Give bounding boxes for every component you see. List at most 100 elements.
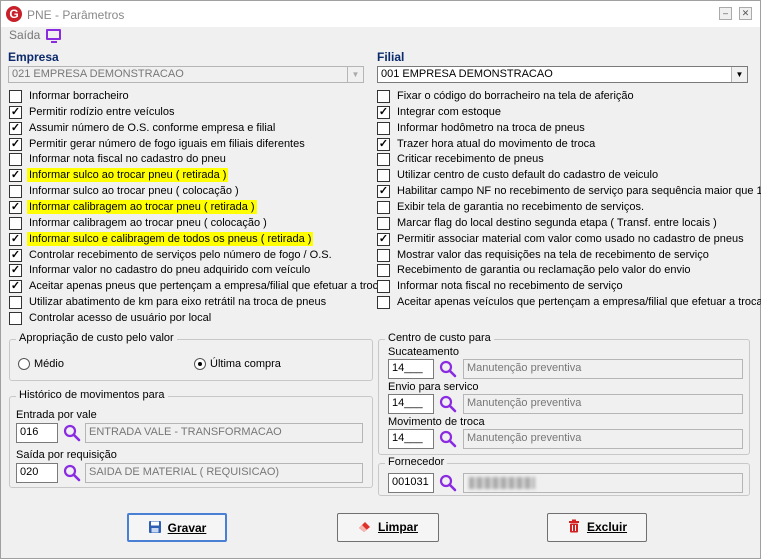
sucateamento-code-input[interactable]: 14___ <box>388 359 434 379</box>
search-icon[interactable] <box>439 430 457 448</box>
checkbox[interactable] <box>377 121 390 135</box>
checkbox[interactable]: ✓ <box>9 264 22 278</box>
limpar-button[interactable]: Limpar <box>337 513 439 542</box>
app-logo-icon: G <box>6 6 22 22</box>
checkbox[interactable] <box>377 248 390 262</box>
entrada-code-input[interactable]: 016 <box>16 423 58 443</box>
saida-code-input[interactable]: 020 <box>16 463 58 483</box>
checkbox-label: Criticar recebimento de pneus <box>397 153 544 166</box>
checkbox-label: Informar sulco ao trocar pneu ( colocaçã… <box>29 185 239 198</box>
empresa-select: 021 EMPRESA DEMONSTRACAO ▼ <box>8 66 364 83</box>
centro-custo-group: Centro de custo para Sucateamento 14___ … <box>378 332 750 455</box>
checkbox[interactable]: ✓ <box>9 280 22 294</box>
radio-medio[interactable] <box>18 358 30 370</box>
envio-desc-field: Manutenção preventiva <box>463 394 743 414</box>
checkbox-label: Informar sulco ao trocar pneu ( retirada… <box>27 168 229 183</box>
checkbox-label: Mostrar valor das requisições na tela de… <box>397 248 709 261</box>
checkbox[interactable] <box>377 200 390 214</box>
checkbox-label: Informar nota fiscal no recebimento de s… <box>397 280 623 293</box>
fornecedor-group: Fornecedor 001031 <box>378 456 750 496</box>
excluir-button[interactable]: Excluir <box>547 513 647 542</box>
window-title: PNE - Parâmetros <box>27 8 125 22</box>
checkbox[interactable]: ✓ <box>9 169 22 183</box>
checkbox[interactable] <box>377 90 390 103</box>
checkbox-label: Exibir tela de garantia no recebimento d… <box>397 200 645 213</box>
movimento-desc-field: Manutenção preventiva <box>463 429 743 449</box>
menu-bar: Saída <box>1 27 760 45</box>
checkbox[interactable] <box>9 216 22 230</box>
checkbox[interactable]: ✓ <box>377 232 390 246</box>
checkbox-label: Aceitar apenas veículos que pertençam a … <box>397 296 761 309</box>
checkbox[interactable] <box>9 311 22 325</box>
checkbox[interactable] <box>377 153 390 167</box>
checkbox[interactable]: ✓ <box>9 232 22 246</box>
radio-ultima-compra[interactable] <box>194 358 206 370</box>
excluir-label: Excluir <box>586 520 628 534</box>
limpar-label: Limpar <box>377 520 418 534</box>
checkbox-label: Marcar flag do local destino segunda eta… <box>397 216 717 229</box>
checkbox-label: Informar hodômetro na troca de pneus <box>397 121 585 134</box>
checkbox-label: Informar sulco e calibragem de todos os … <box>27 231 314 246</box>
search-icon[interactable] <box>439 474 457 492</box>
checkbox[interactable] <box>9 153 22 167</box>
checkbox-label: Utilizar centro de custo default do cada… <box>397 169 659 182</box>
chevron-down-icon[interactable]: ▼ <box>731 67 747 82</box>
radio-ultima-compra-label: Última compra <box>210 358 281 370</box>
filial-select[interactable]: 001 EMPRESA DEMONSTRACAO ▼ <box>377 66 748 83</box>
monitor-icon[interactable] <box>46 29 61 43</box>
checkbox[interactable]: ✓ <box>377 137 390 151</box>
checkbox-label: Informar nota fiscal no cadastro do pneu <box>29 153 226 166</box>
checkbox[interactable]: ✓ <box>9 248 22 262</box>
apropriacao-group: Apropriação de custo pelo valor Médio Úl… <box>9 332 373 381</box>
minimize-button[interactable]: – <box>719 7 732 20</box>
empresa-select-value: 021 EMPRESA DEMONSTRACAO <box>12 68 184 80</box>
checkbox-label: Informar valor no cadastro do pneu adqui… <box>29 264 311 277</box>
gravar-button[interactable]: Gravar <box>127 513 227 542</box>
title-bar: G PNE - Parâmetros – ✕ <box>1 1 760 27</box>
checkbox[interactable]: ✓ <box>9 121 22 135</box>
checkbox-label: Integrar com estoque <box>397 105 501 118</box>
checkbox[interactable]: ✓ <box>9 105 22 119</box>
envio-label: Envio para servico <box>388 381 479 393</box>
search-icon[interactable] <box>439 395 457 413</box>
checkbox-label: Permitir gerar número de fogo iguais em … <box>29 137 305 150</box>
gravar-label: Gravar <box>167 521 207 535</box>
checkbox[interactable] <box>377 280 390 294</box>
movimento-code-input[interactable]: 14___ <box>388 429 434 449</box>
search-icon[interactable] <box>439 360 457 378</box>
envio-code-input[interactable]: 14___ <box>388 394 434 414</box>
checkbox-label: Permitir associar material com valor com… <box>397 232 744 245</box>
checkbox-label: Assumir número de O.S. conforme empresa … <box>29 121 276 134</box>
saida-desc-field: SAIDA DE MATERIAL ( REQUISICAO) <box>85 463 363 483</box>
checkbox[interactable] <box>9 185 22 199</box>
checkbox-label: Permitir rodízio entre veículos <box>29 105 175 118</box>
checkbox[interactable]: ✓ <box>377 105 390 119</box>
checkbox-label: Controlar acesso de usuário por local <box>29 311 212 324</box>
radio-medio-label: Médio <box>34 358 64 370</box>
checkbox-label: Utilizar abatimento de km para eixo retr… <box>29 296 327 309</box>
checkbox-label: Habilitar campo NF no recebimento de ser… <box>397 185 761 198</box>
close-button[interactable]: ✕ <box>739 7 752 20</box>
checkbox[interactable] <box>377 296 390 310</box>
checkbox[interactable]: ✓ <box>9 137 22 151</box>
checkbox-label: Controlar recebimento de serviços pelo n… <box>29 248 332 261</box>
checkbox[interactable] <box>377 216 390 230</box>
checkbox[interactable]: ✓ <box>9 200 22 214</box>
checkbox[interactable] <box>9 90 22 103</box>
checkbox[interactable] <box>9 296 22 310</box>
apropriacao-title: Apropriação de custo pelo valor <box>16 332 177 344</box>
sucateamento-desc-field: Manutenção preventiva <box>463 359 743 379</box>
checkbox-label: Fixar o código do borracheiro na tela de… <box>397 90 634 102</box>
checkbox[interactable]: ✓ <box>377 185 390 199</box>
fornecedor-code-input[interactable]: 001031 <box>388 473 434 493</box>
search-icon[interactable] <box>63 464 81 482</box>
checkbox[interactable] <box>377 169 390 183</box>
search-icon[interactable] <box>63 424 81 442</box>
chevron-down-icon: ▼ <box>347 67 363 82</box>
fornecedor-title: Fornecedor <box>385 456 448 468</box>
checkbox[interactable] <box>377 264 390 278</box>
save-icon <box>148 521 161 533</box>
fornecedor-desc-field <box>463 473 743 493</box>
menu-saida[interactable]: Saída <box>9 28 40 42</box>
saida-label: Saída por requisição <box>16 449 117 461</box>
